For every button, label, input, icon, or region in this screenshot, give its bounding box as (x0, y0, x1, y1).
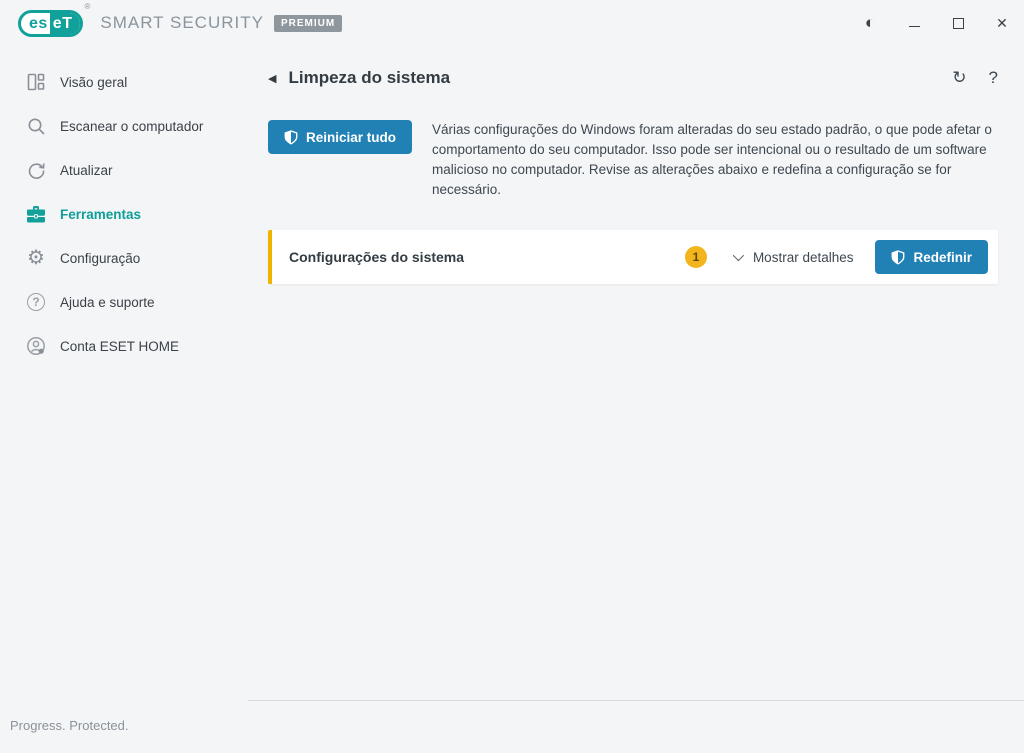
sidebar-item-label: Conta ESET HOME (60, 339, 179, 354)
account-icon (25, 335, 47, 357)
back-arrow-icon[interactable]: ◀ (268, 72, 276, 85)
sidebar-item-label: Escanear o computador (60, 119, 203, 134)
page-title: Limpeza do sistema (288, 68, 450, 88)
question-circle-icon: ? (25, 291, 47, 313)
sidebar-item-label: Ferramentas (60, 207, 141, 222)
reset-label: Redefinir (913, 250, 972, 265)
system-settings-card: Configurações do sistema 1 Mostrar detal… (268, 230, 998, 284)
premium-badge: PREMIUM (274, 15, 342, 32)
page-header: ◀ Limpeza do sistema ↻ ? (268, 68, 998, 88)
sidebar-item-scan[interactable]: Escanear o computador (0, 104, 250, 148)
product-name: SMART SECURITY (100, 13, 264, 33)
help-icon[interactable]: ? (989, 68, 998, 88)
refresh-icon (25, 159, 47, 181)
card-title: Configurações do sistema (289, 249, 464, 265)
header-actions: ↻ ? (952, 68, 998, 88)
theme-toggle-button[interactable]: ◐ (848, 0, 892, 46)
reset-all-label: Reiniciar tudo (306, 130, 396, 145)
reset-button[interactable]: Redefinir (875, 240, 988, 274)
show-details-toggle[interactable]: Mostrar detalhes (733, 250, 854, 265)
sidebar-item-setup[interactable]: ⚙ Configuração (0, 236, 250, 280)
eset-logo-right: eT (50, 13, 81, 34)
sidebar-item-tools[interactable]: Ferramentas (0, 192, 250, 236)
gear-icon: ⚙ (25, 247, 47, 269)
footer-tagline: Progress. Protected. (10, 718, 129, 733)
sidebar-item-label: Visão geral (60, 75, 127, 90)
footer-divider (248, 700, 1024, 701)
overview-icon (25, 71, 47, 93)
close-button[interactable]: ✕ (980, 0, 1024, 46)
sidebar-item-label: Atualizar (60, 163, 113, 178)
window-controls: ◐ ✕ (848, 0, 1024, 46)
count-badge: 1 (685, 246, 707, 268)
sidebar: Visão geral Escanear o computador Atuali… (0, 46, 250, 753)
eset-logo: es eT (18, 10, 83, 37)
sidebar-item-account[interactable]: Conta ESET HOME (0, 324, 250, 368)
search-icon (25, 115, 47, 137)
maximize-icon (953, 18, 964, 29)
card-actions: 1 Mostrar detalhes Redefinir (685, 240, 988, 274)
reset-all-button[interactable]: Reiniciar tudo (268, 120, 412, 154)
eset-logo-left: es (21, 13, 50, 34)
show-details-label: Mostrar detalhes (753, 250, 854, 265)
refresh-icon[interactable]: ↻ (952, 68, 966, 88)
registered-mark: ® (84, 2, 90, 11)
maximize-button[interactable] (936, 0, 980, 46)
shield-icon (284, 130, 298, 145)
titlebar: es eT ® SMART SECURITY PREMIUM ◐ ✕ (0, 0, 1024, 46)
cleanup-description: Várias configurações do Windows foram al… (432, 120, 998, 200)
shield-icon (891, 250, 905, 265)
sidebar-item-label: Configuração (60, 251, 140, 266)
sidebar-item-label: Ajuda e suporte (60, 295, 155, 310)
sidebar-item-overview[interactable]: Visão geral (0, 60, 250, 104)
briefcase-icon (25, 203, 47, 225)
cleanup-info-row: Reiniciar tudo Várias configurações do W… (268, 120, 998, 200)
minimize-icon (909, 26, 920, 27)
sidebar-item-help[interactable]: ? Ajuda e suporte (0, 280, 250, 324)
chevron-down-icon (733, 250, 744, 261)
minimize-button[interactable] (892, 0, 936, 46)
sidebar-item-update[interactable]: Atualizar (0, 148, 250, 192)
theme-toggle-icon: ◐ (865, 13, 875, 33)
close-icon: ✕ (996, 15, 1008, 32)
main-content: ◀ Limpeza do sistema ↻ ? Reiniciar tudo … (250, 46, 1024, 753)
